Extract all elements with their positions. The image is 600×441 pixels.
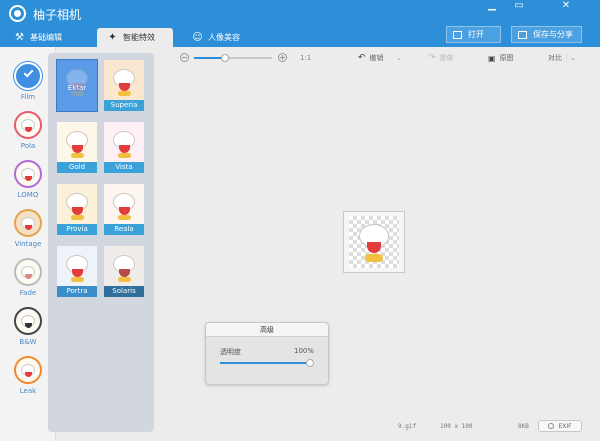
filter-label: Vista — [104, 162, 144, 173]
app-logo-icon — [9, 5, 26, 22]
category-label: B&W — [19, 338, 37, 346]
chevron-down-icon: ⌄ — [396, 54, 402, 62]
cat-face-icon — [14, 307, 42, 335]
tab-label: 人像美容 — [208, 33, 240, 42]
cat-mouth — [367, 242, 381, 253]
opacity-value: 100% — [293, 347, 314, 355]
redo-label: 重做 — [439, 54, 454, 62]
category-label: Vintage — [14, 240, 42, 248]
compare-button[interactable]: 对比 — [548, 53, 562, 63]
open-label: 打开 — [468, 30, 484, 39]
open-button[interactable]: 打开 — [446, 26, 501, 43]
undo-dropdown[interactable]: ⌄ — [396, 53, 406, 63]
tab-portrait-beauty[interactable]: ☺ 人像美容 — [192, 28, 262, 47]
wrench-icon: ⚒ — [15, 32, 24, 43]
filter-label: Solaris — [104, 286, 144, 297]
category-label: Leak — [19, 387, 37, 395]
filter-reala[interactable]: Reala — [104, 184, 144, 235]
tab-bar: ⚒ 基础编辑 ✦ 智能特效 ☺ 人像美容 — [0, 28, 600, 47]
app-title: 柚子相机 — [33, 8, 82, 22]
redo-button[interactable]: ↷ 重做 — [428, 53, 454, 63]
image-icon — [453, 30, 462, 39]
cat-paws — [365, 254, 383, 262]
chevron-down-icon: ⌄ — [570, 54, 576, 62]
zoom-ratio[interactable]: 1:1 — [300, 54, 311, 62]
cat-face-icon — [14, 258, 42, 286]
title-bar: 柚子相机 ▁ ▭ ✕ — [0, 0, 600, 28]
exif-button[interactable]: EXIF — [538, 420, 582, 432]
info-icon — [548, 423, 555, 429]
transparency-checkerboard — [349, 216, 399, 268]
category-fade[interactable]: Fade — [13, 258, 43, 297]
minimize-button[interactable]: ▁ — [481, 0, 503, 14]
cat-face-icon — [14, 160, 42, 188]
category-label: Film — [20, 93, 36, 101]
filter-label: Superia — [104, 100, 144, 111]
tab-label: 基础编辑 — [30, 33, 62, 42]
category-film[interactable]: Film — [13, 62, 43, 101]
category-pola[interactable]: Pola — [13, 111, 43, 150]
original-label: 原图 — [499, 54, 514, 62]
canvas-image-preview[interactable] — [343, 211, 405, 273]
save-share-button[interactable]: 保存与分享 — [511, 26, 582, 43]
cat-face-icon — [14, 111, 42, 139]
category-label: LOMO — [17, 191, 39, 199]
undo-button[interactable]: ↶ 撤销 — [358, 53, 384, 63]
status-filename: 9.gif — [398, 423, 417, 430]
opacity-label: 透明度 — [220, 348, 241, 356]
status-dimensions: 100 x 100 — [440, 423, 473, 430]
filter-gold[interactable]: Gold — [57, 122, 97, 173]
filter-superia[interactable]: Superia — [104, 60, 144, 111]
category-lomo[interactable]: LOMO — [13, 160, 43, 199]
cat-face-icon — [14, 356, 42, 384]
opacity-slider-handle[interactable] — [306, 359, 314, 367]
category-label: Pola — [20, 142, 36, 150]
advanced-panel-title: 高级 — [206, 323, 328, 337]
tab-label: 智能特效 — [123, 33, 155, 42]
restore-button[interactable]: ▭ — [508, 0, 530, 14]
filter-label: Gold — [57, 162, 97, 173]
compare-dropdown[interactable]: ⌄ — [570, 53, 580, 63]
save-share-label: 保存与分享 — [533, 30, 573, 39]
filter-vista[interactable]: Vista — [104, 122, 144, 173]
category-leak[interactable]: Leak — [13, 356, 43, 395]
zoom-out-icon[interactable] — [180, 53, 189, 62]
filter-portra[interactable]: Portra — [57, 246, 97, 297]
filter-label: Reala — [104, 224, 144, 235]
image-icon: ▣ — [488, 53, 496, 63]
zoom-slider[interactable] — [194, 54, 272, 62]
cat-face-icon — [14, 209, 42, 237]
category-vintage[interactable]: Vintage — [13, 209, 43, 248]
compare-label: 对比 — [548, 54, 562, 62]
category-label: Fade — [19, 289, 37, 297]
status-filesize: 8KB — [518, 423, 529, 430]
close-button[interactable]: ✕ — [555, 0, 577, 14]
export-icon — [518, 30, 527, 39]
magic-wand-icon: ✦ — [108, 32, 117, 43]
filter-ektar[interactable]: Ektar — [56, 59, 98, 112]
tab-smart-effects[interactable]: ✦ 智能特效 — [97, 28, 173, 47]
advanced-panel: 高级 透明度 100% — [205, 322, 329, 385]
filter-thumbnail-panel: Ektar Superia Gold Vista Provia Reala Po… — [48, 53, 154, 432]
zoom-in-icon[interactable] — [278, 53, 287, 62]
filter-label: Ektar — [67, 84, 87, 92]
filter-label: Provia — [57, 224, 97, 235]
undo-icon: ↶ — [358, 53, 366, 63]
exif-label: EXIF — [558, 422, 572, 430]
filter-provia[interactable]: Provia — [57, 184, 97, 235]
tab-basic-edit[interactable]: ⚒ 基础编辑 — [14, 28, 88, 47]
filter-label: Portra — [57, 286, 97, 297]
filter-solaris[interactable]: Solaris — [104, 246, 144, 297]
original-button[interactable]: ▣ 原图 — [488, 53, 514, 63]
undo-label: 撤销 — [369, 54, 384, 62]
opacity-slider[interactable] — [220, 359, 314, 367]
toolbar-divider — [566, 53, 567, 63]
category-bw[interactable]: B&W — [13, 307, 43, 346]
face-beauty-icon: ☺ — [192, 32, 203, 43]
redo-icon: ↷ — [428, 53, 436, 63]
checkmark-icon — [14, 62, 42, 90]
zoom-slider-handle[interactable] — [221, 54, 230, 62]
